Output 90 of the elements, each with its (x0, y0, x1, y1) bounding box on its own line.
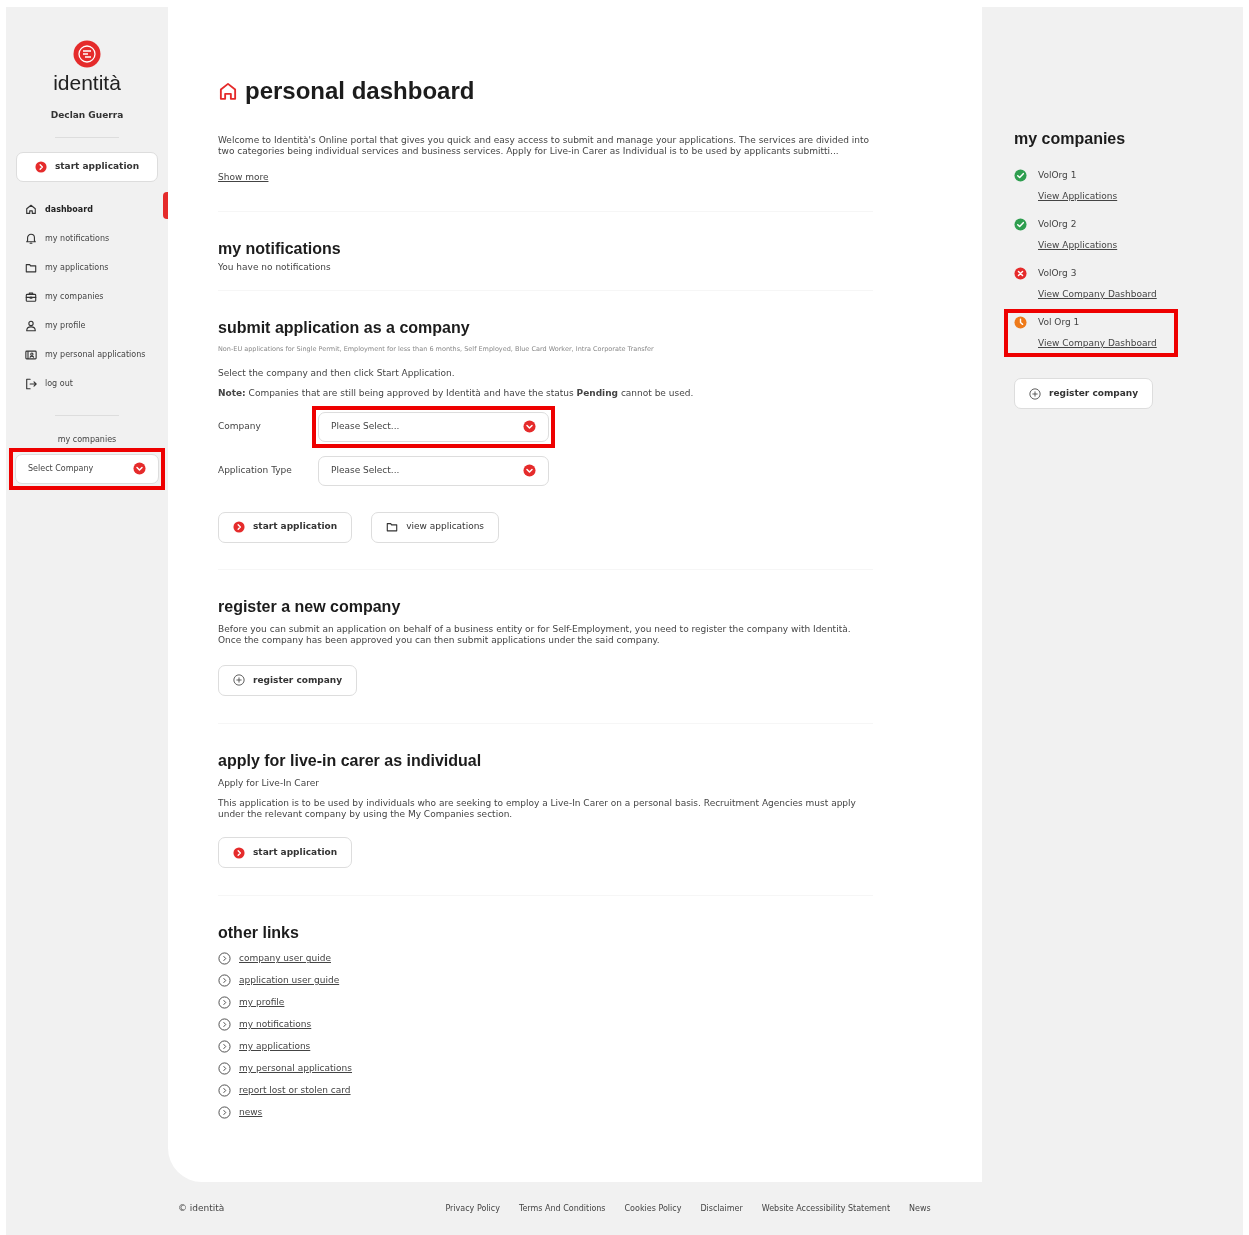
nav-item[interactable]: dashboard (16, 195, 158, 225)
check-circle-icon (1014, 218, 1027, 232)
plus-circle-icon (1029, 387, 1041, 400)
arrow-circle-icon (34, 160, 47, 173)
copyright-text: © identità (178, 1201, 225, 1215)
section-title: other links (218, 923, 300, 943)
footer-link[interactable]: Website Accessibility Statement (761, 1202, 891, 1215)
select-field[interactable]: Select Company (15, 453, 159, 484)
company-name: VolOrg 1 (1038, 169, 1078, 183)
footer-link[interactable]: Terms And Conditions (518, 1202, 606, 1215)
sidebar-section-label: my companies (57, 433, 117, 446)
link[interactable]: my applications (239, 1040, 311, 1054)
chevron-circle-icon (218, 996, 231, 1010)
select-field[interactable]: Please Select... (318, 411, 549, 442)
section-title: register a new company (218, 596, 402, 616)
register-company-button[interactable]: register company (218, 664, 358, 696)
notification-message: You have no notifications (218, 262, 332, 274)
arrow-circle-icon (233, 846, 245, 859)
link[interactable]: application user guide (239, 974, 340, 988)
link[interactable]: my personal applications (239, 1062, 352, 1076)
chevron-icon (523, 464, 536, 478)
chevron-circle-icon (218, 1106, 231, 1120)
link[interactable]: my profile (239, 996, 285, 1010)
field-label: Company (218, 419, 262, 433)
company-link[interactable]: View Applications (1038, 238, 1118, 253)
select-field[interactable]: Please Select... (318, 455, 549, 486)
plus-circle-icon (233, 674, 245, 687)
clock-circle-icon (1014, 316, 1027, 330)
nav-item[interactable]: my profile (16, 311, 158, 341)
register-company-button[interactable]: register company (1014, 378, 1154, 410)
logout-icon (25, 378, 37, 390)
folder-icon (386, 521, 399, 534)
field-label: Application Type (218, 463, 293, 477)
logo-text: identità (53, 72, 121, 93)
nav-item[interactable]: my applications (16, 253, 158, 283)
chevron-circle-icon (218, 952, 231, 966)
page-title: personal dashboard (245, 77, 475, 106)
nav-item[interactable]: my personal applications (16, 340, 158, 370)
chevron-circle-icon (218, 1062, 231, 1076)
link[interactable]: company user guide (239, 952, 331, 966)
chevron-circle-icon (218, 1018, 231, 1032)
folder-icon (25, 262, 37, 274)
section-title: my notifications (218, 239, 342, 259)
active-indicator (163, 192, 168, 219)
company-name: Vol Org 1 (1038, 316, 1081, 330)
section-title: my companies (1014, 129, 1127, 149)
check-circle-icon (1014, 169, 1027, 183)
note-text: Note: Companies that are still being approved by Identità and have the status Pending cannot be used. (218, 387, 695, 399)
chevron-icon (133, 462, 146, 475)
section-text: Before you can submit an application on behalf of a business entity or for Self-Employment, you need to register the company with Identità. Once the company has been approved you can then submit applications under the said company. (218, 623, 852, 646)
nav-item[interactable]: my companies (16, 282, 158, 312)
chevron-circle-icon (218, 1084, 231, 1098)
section-title: submit application as a company (218, 318, 471, 338)
person-icon (25, 320, 37, 332)
view-applications-button[interactable]: view applications (371, 511, 500, 543)
user-name: Declan Guerra (50, 109, 124, 122)
logo-icon (73, 40, 101, 68)
link[interactable]: report lost or stolen card (239, 1084, 351, 1098)
id-card-icon (25, 349, 37, 361)
start-application-button[interactable]: start application (218, 511, 353, 543)
briefcase-icon (25, 291, 37, 303)
home-icon (218, 81, 238, 102)
start-application-button[interactable]: start application (16, 151, 158, 182)
company-name: VolOrg 3 (1038, 267, 1078, 281)
company-link[interactable]: View Applications (1038, 189, 1118, 204)
chevron-circle-icon (218, 1040, 231, 1054)
footer-link[interactable]: News (909, 1202, 931, 1215)
company-link[interactable]: View Company Dashboard (1038, 336, 1157, 351)
arrow-circle-icon (233, 521, 245, 534)
home-icon (25, 204, 37, 216)
section-subtitle: Apply for Live-In Carer (218, 778, 320, 790)
footer-link[interactable]: Cookies Policy (624, 1202, 682, 1215)
start-application-button[interactable]: start application (218, 837, 353, 869)
link[interactable]: news (239, 1106, 263, 1120)
nav-item[interactable]: log out (16, 369, 158, 399)
intro-text: Welcome to Identità's Online portal that gives you quick and easy access to submit and manage your applications. The services are divided into two categories being individual services and business services. Apply for Live-in Carer as Individual is to be used by applicants submitti... (218, 134, 870, 157)
x-circle-icon (1014, 267, 1027, 281)
footer-link[interactable]: Disclaimer (700, 1202, 743, 1215)
instruction-text: Select the company and then click Start Application. (218, 367, 456, 379)
nav-item[interactable]: my notifications (16, 224, 158, 254)
section-text: This application is to be used by individuals who are seeking to employ a Live-In Carer on a personal basis. Recruitment Agencies must apply under the relevant company by using the My Companies section. (218, 798, 857, 821)
link[interactable]: my notifications (239, 1018, 312, 1032)
company-name: VolOrg 2 (1038, 218, 1078, 232)
section-title: apply for live-in carer as individual (218, 750, 483, 771)
chevron-circle-icon (218, 974, 231, 988)
company-link[interactable]: View Company Dashboard (1038, 287, 1157, 302)
footer-link[interactable]: Privacy Policy (445, 1202, 500, 1215)
show-more-link[interactable]: Show more (218, 170, 269, 185)
bell-icon (25, 233, 37, 245)
chevron-icon (523, 420, 536, 434)
